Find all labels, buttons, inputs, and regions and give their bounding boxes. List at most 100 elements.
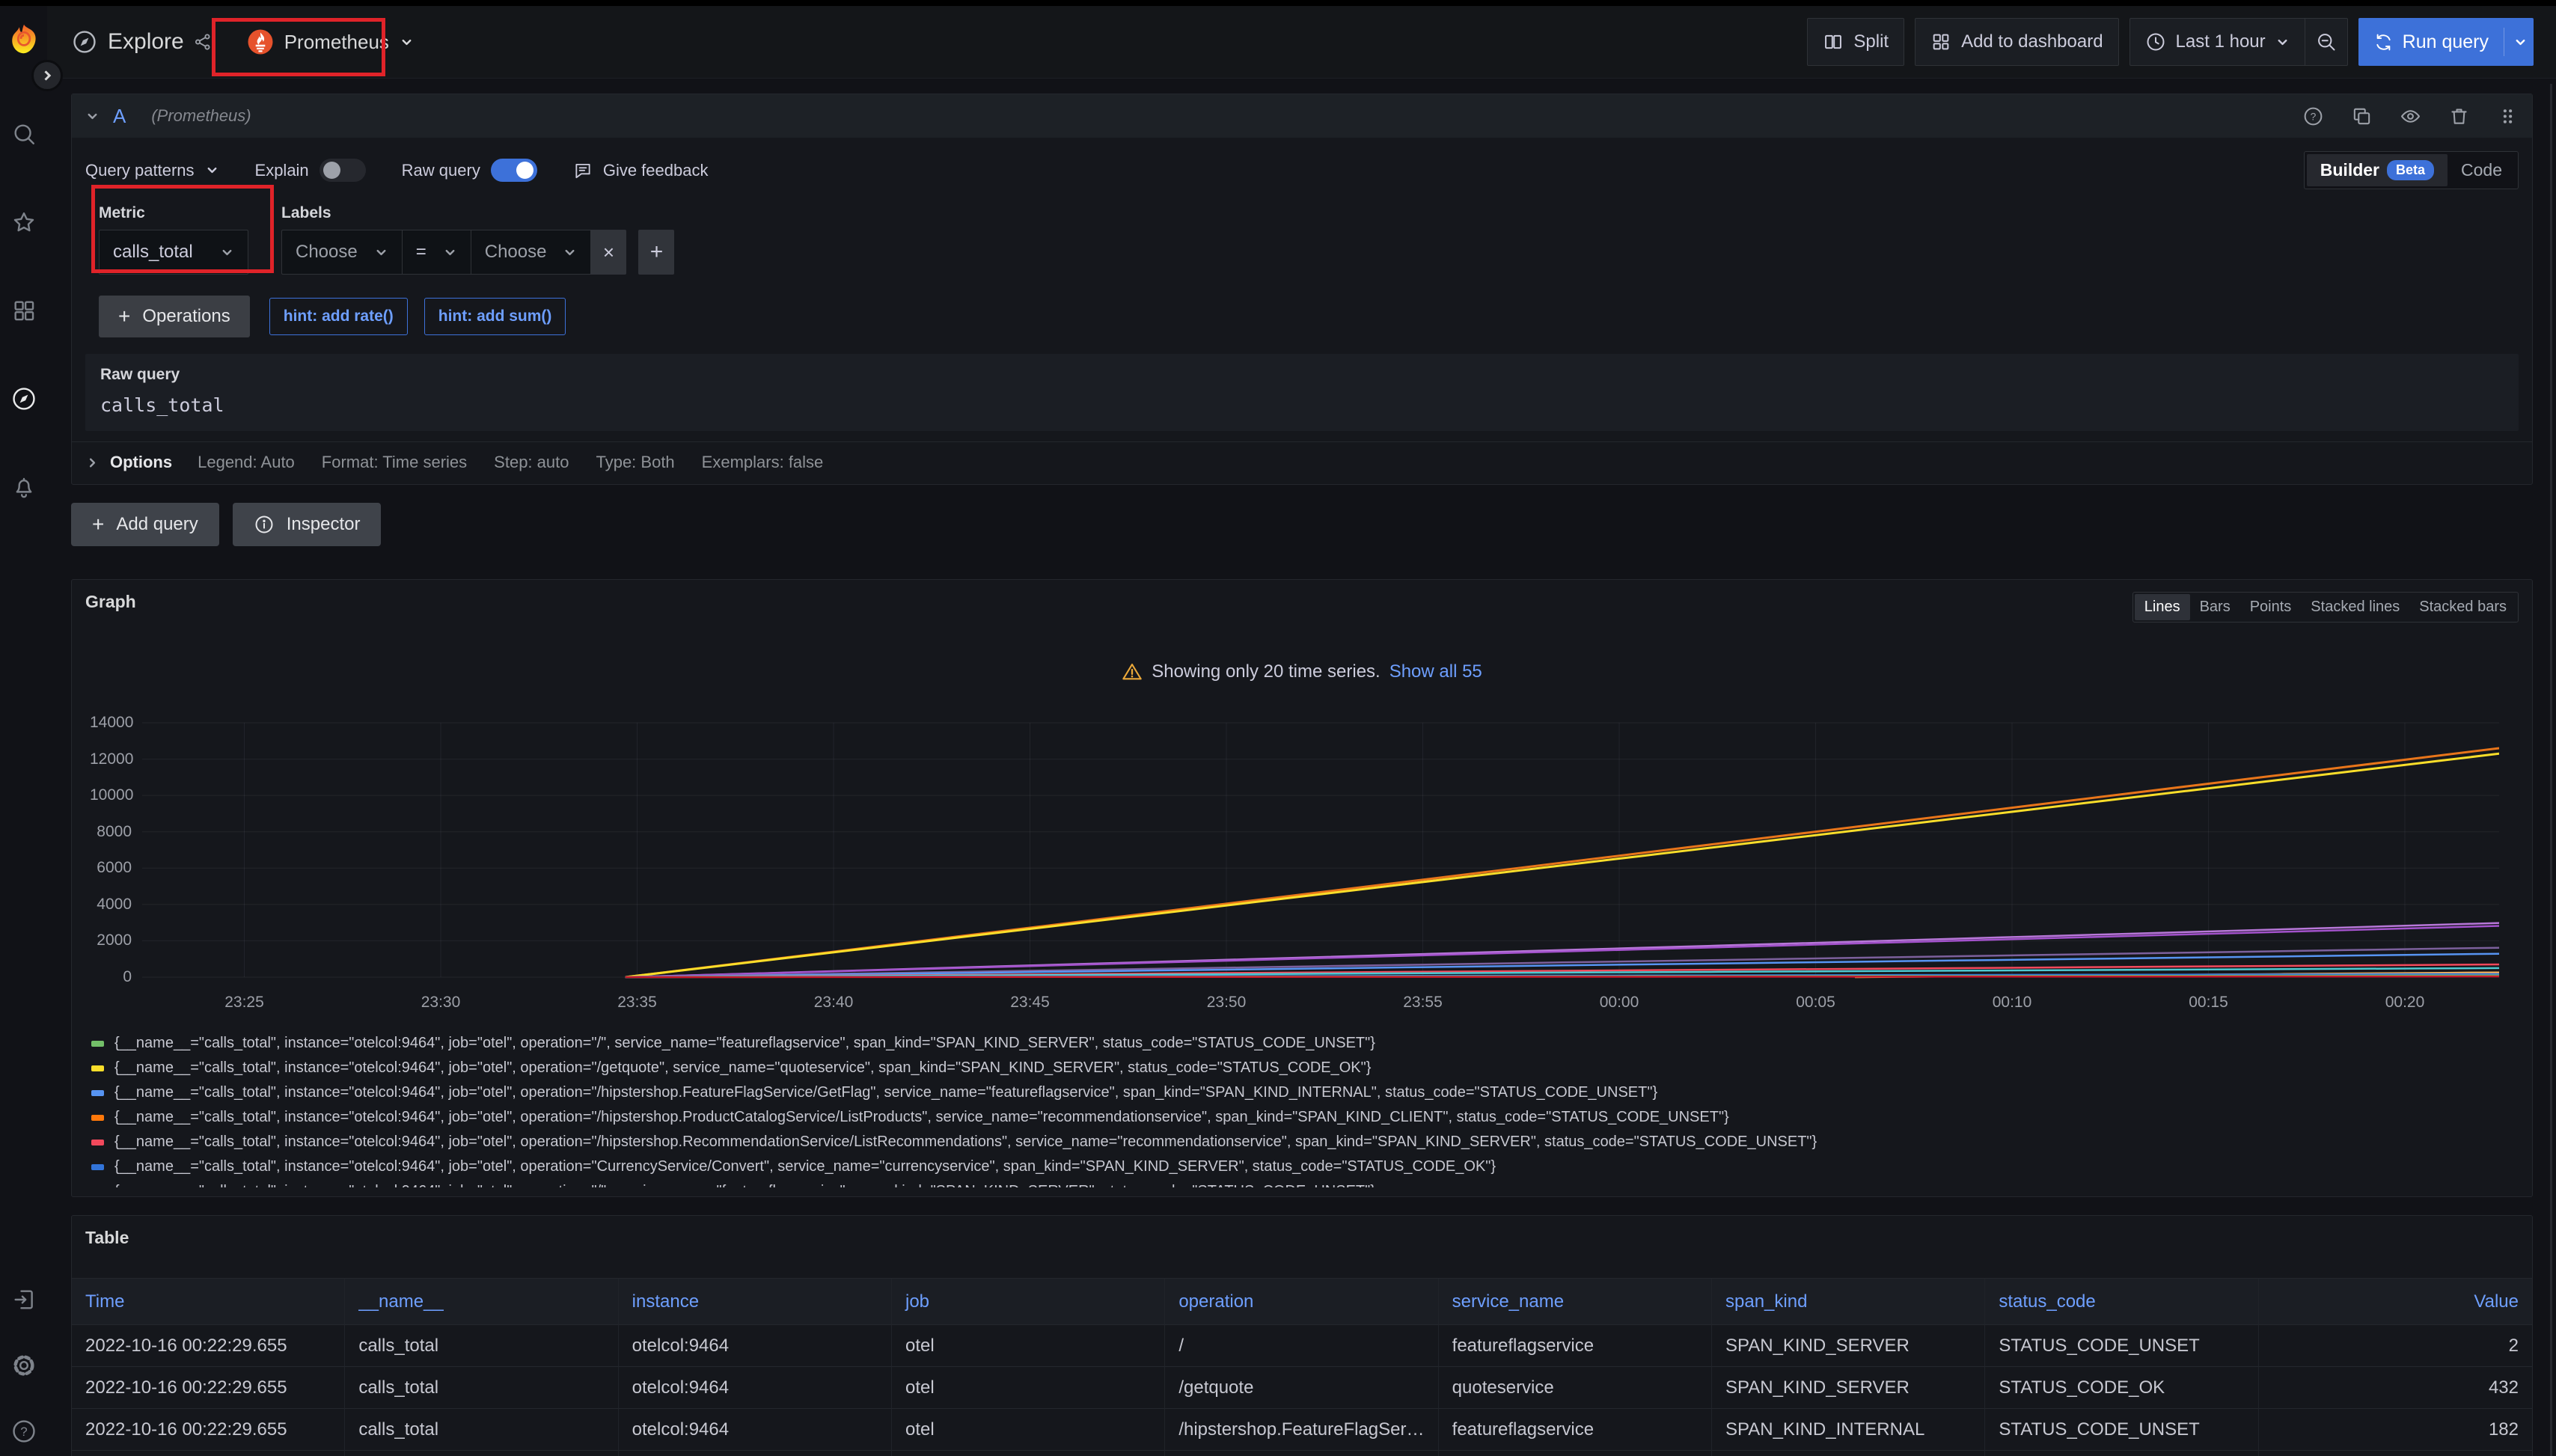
duplicate-query-button[interactable] bbox=[2351, 105, 2373, 127]
sidebar-explore-button[interactable] bbox=[11, 386, 37, 412]
x-axis-tick-label: 23:35 bbox=[604, 994, 671, 1012]
table-row: 2022-10-16 00:22:29.655calls_totalotelco… bbox=[72, 1451, 2532, 1456]
metric-select[interactable]: calls_total bbox=[99, 230, 248, 275]
add-query-button[interactable]: + Add query bbox=[71, 503, 219, 546]
add-query-label: Add query bbox=[116, 514, 198, 535]
hint-button[interactable]: hint: add sum() bbox=[424, 298, 566, 335]
y-axis-tick-label: 12000 bbox=[90, 750, 132, 768]
inspector-button[interactable]: Inspector bbox=[233, 503, 382, 546]
explain-label: Explain bbox=[255, 161, 309, 180]
zoom-out-time-button[interactable] bbox=[2305, 18, 2348, 66]
remove-query-button[interactable] bbox=[2448, 105, 2470, 127]
share-shortlink-button[interactable] bbox=[193, 32, 213, 52]
legend-item[interactable]: {__name__="calls_total", instance="otelc… bbox=[91, 1080, 2519, 1105]
collapse-chevron-icon[interactable] bbox=[85, 109, 100, 123]
chart-plot-area[interactable] bbox=[142, 715, 2499, 991]
datasource-picker[interactable]: Prometheus bbox=[236, 21, 424, 63]
column-header-time[interactable]: Time bbox=[72, 1279, 345, 1325]
beta-badge: Beta bbox=[2387, 160, 2434, 180]
column-header---name--[interactable]: __name__ bbox=[345, 1279, 618, 1325]
table-cell: SPAN_KIND_INTERNAL bbox=[1712, 1409, 1985, 1451]
drag-handle[interactable] bbox=[2497, 105, 2519, 127]
hint-button[interactable]: hint: add rate() bbox=[269, 298, 408, 335]
chevron-down-icon[interactable] bbox=[2513, 35, 2528, 49]
column-header-span-kind[interactable]: span_kind bbox=[1712, 1279, 1985, 1325]
close-icon: × bbox=[603, 241, 614, 264]
builder-fields: Metric calls_total Labels Choose bbox=[72, 194, 2532, 275]
builder-mode-tab[interactable]: Builder Beta bbox=[2307, 154, 2448, 186]
table-cell: calls_total bbox=[345, 1367, 618, 1409]
sidebar-alerting-button[interactable] bbox=[11, 474, 37, 500]
query-help-button[interactable]: ? bbox=[2302, 105, 2324, 127]
sidebar-search-button[interactable] bbox=[11, 121, 37, 147]
scrollbar-track[interactable] bbox=[2550, 84, 2552, 1456]
column-header-value[interactable]: Value bbox=[2259, 1279, 2532, 1325]
query-row-actions: ? bbox=[2275, 105, 2519, 127]
column-header-status-code[interactable]: status_code bbox=[1985, 1279, 2258, 1325]
legend-item[interactable]: {__name__="calls_total", instance="otelc… bbox=[91, 1056, 2519, 1080]
give-feedback-link[interactable]: Give feedback bbox=[573, 161, 709, 180]
column-header-instance[interactable]: instance bbox=[619, 1279, 892, 1325]
sidebar-dashboards-button[interactable] bbox=[11, 298, 37, 323]
legend-item[interactable]: {__name__="calls_total", instance="otelc… bbox=[91, 1154, 2519, 1179]
options-collapse[interactable]: Options bbox=[85, 453, 172, 472]
graph-mode-bars[interactable]: Bars bbox=[2190, 594, 2240, 620]
sidebar-signin-button[interactable] bbox=[11, 1287, 37, 1312]
raw-query-preview: Raw query calls_total bbox=[85, 354, 2519, 431]
column-header-operation[interactable]: operation bbox=[1165, 1279, 1438, 1325]
sidebar-help-button[interactable]: ? bbox=[11, 1419, 37, 1444]
legend-item[interactable]: {__name__="calls_total", instance="otelc… bbox=[91, 1179, 2519, 1187]
graph-legend: {__name__="calls_total", instance="otelc… bbox=[91, 1031, 2519, 1187]
query-row-header[interactable]: A (Prometheus) ? bbox=[72, 94, 2532, 138]
table-cell: /hipstershop.ProductCatalogService/ListP… bbox=[1165, 1451, 1438, 1456]
add-to-dashboard-button[interactable]: Add to dashboard bbox=[1915, 18, 2118, 66]
code-mode-tab[interactable]: Code bbox=[2448, 154, 2516, 186]
compass-icon bbox=[11, 386, 37, 412]
column-header-job[interactable]: job bbox=[892, 1279, 1165, 1325]
query-patterns-dropdown[interactable]: Query patterns bbox=[85, 161, 219, 180]
remove-label-filter-button[interactable]: × bbox=[590, 230, 626, 275]
graph-mode-lines[interactable]: Lines bbox=[2135, 594, 2190, 620]
column-header-service-name[interactable]: service_name bbox=[1439, 1279, 1712, 1325]
grafana-logo[interactable] bbox=[7, 22, 40, 55]
sidebar-starred-button[interactable] bbox=[11, 209, 37, 235]
sidebar-expand-button[interactable] bbox=[31, 60, 63, 91]
legend-item[interactable]: {__name__="calls_total", instance="otelc… bbox=[91, 1130, 2519, 1154]
query-ref-id[interactable]: A bbox=[113, 105, 126, 128]
table-row: 2022-10-16 00:22:29.655calls_totalotelco… bbox=[72, 1367, 2532, 1409]
legend-item[interactable]: {__name__="calls_total", instance="otelc… bbox=[91, 1105, 2519, 1130]
label-operator-select[interactable]: = bbox=[402, 230, 471, 275]
legend-item[interactable]: {__name__="calls_total", instance="otelc… bbox=[91, 1031, 2519, 1056]
run-query-button[interactable]: Run query bbox=[2358, 18, 2534, 66]
table-cell: 2022-10-16 00:22:29.655 bbox=[72, 1325, 345, 1367]
table-cell: calls_total bbox=[345, 1409, 618, 1451]
x-axis-tick-label: 23:30 bbox=[407, 994, 474, 1012]
x-axis-tick-label: 00:10 bbox=[1978, 994, 2046, 1012]
page-title: Explore bbox=[108, 29, 184, 55]
label-key-select[interactable]: Choose bbox=[281, 230, 402, 275]
add-operation-button[interactable]: + Operations bbox=[99, 296, 250, 337]
table-panel: Table Time__name__instancejoboperationse… bbox=[71, 1215, 2533, 1456]
chevron-down-icon bbox=[443, 245, 457, 260]
hide-response-button[interactable] bbox=[2400, 105, 2421, 127]
raw-query-toggle[interactable] bbox=[491, 159, 537, 182]
show-all-series-link[interactable]: Show all 55 bbox=[1389, 661, 1482, 682]
sidebar-settings-button[interactable] bbox=[11, 1353, 37, 1378]
graph-mode-points[interactable]: Points bbox=[2240, 594, 2302, 620]
time-range-picker[interactable]: Last 1 hour bbox=[2130, 18, 2305, 66]
sidebar-bottom: ? bbox=[11, 1287, 37, 1449]
metric-field-group: Metric calls_total bbox=[99, 204, 248, 275]
explore-header: Explore Prometheus Split bbox=[47, 6, 2556, 79]
y-axis-tick-label: 0 bbox=[90, 968, 132, 986]
refresh-icon bbox=[2373, 32, 2394, 52]
add-label-filter-button[interactable]: + bbox=[638, 230, 674, 275]
top-strip bbox=[0, 0, 2556, 6]
raw-query-toggle-label: Raw query bbox=[402, 161, 480, 180]
explain-toggle[interactable] bbox=[320, 159, 366, 182]
time-series-chart[interactable]: 0200040006000800010000120001400023:2523:… bbox=[90, 715, 2502, 1024]
graph-mode-stacked-bars[interactable]: Stacked bars bbox=[2409, 594, 2516, 620]
split-button[interactable]: Split bbox=[1807, 18, 1904, 66]
table-cell: SPAN_KIND_CLIENT bbox=[1712, 1451, 1985, 1456]
label-value-select[interactable]: Choose bbox=[471, 230, 591, 275]
graph-mode-stacked-lines[interactable]: Stacked lines bbox=[2301, 594, 2409, 620]
